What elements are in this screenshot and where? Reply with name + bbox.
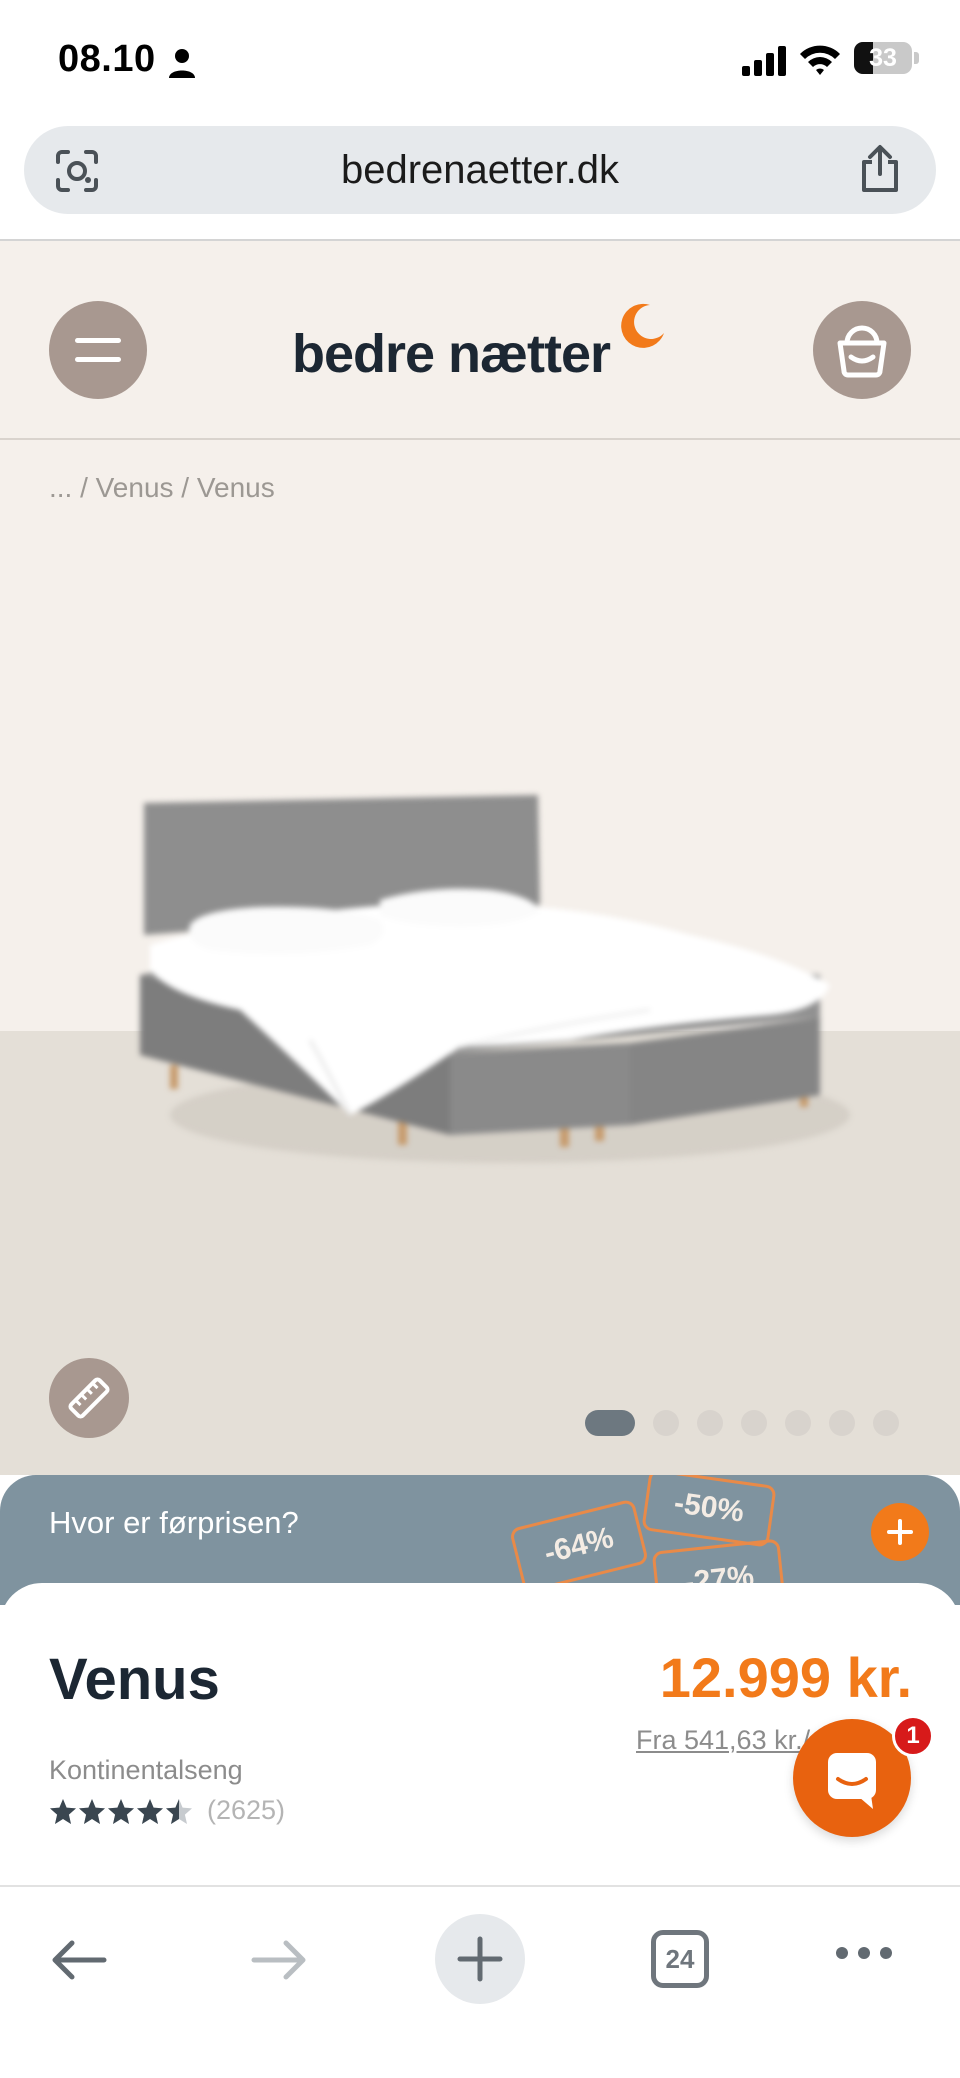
breadcrumb[interactable]: ... / Venus / Venus xyxy=(49,472,275,504)
battery-icon: 33 xyxy=(854,42,912,74)
product-type: Kontinentalseng xyxy=(49,1755,243,1785)
review-count[interactable]: (2625) xyxy=(207,1795,285,1826)
menu-button[interactable] xyxy=(49,301,147,399)
product-price: 12.999 kr. xyxy=(659,1646,912,1709)
moon-icon xyxy=(621,303,664,348)
forward-arrow-icon[interactable] xyxy=(250,1939,308,1981)
tab-switcher-button[interactable]: 24 xyxy=(651,1930,709,1988)
new-tab-button[interactable] xyxy=(435,1914,525,2004)
expand-plus-button[interactable] xyxy=(871,1503,929,1561)
battery-level: 33 xyxy=(869,44,897,72)
measure-button[interactable] xyxy=(49,1358,129,1438)
menu-icon-line xyxy=(75,357,121,362)
status-time: 08.10 xyxy=(58,38,156,80)
person-icon xyxy=(169,49,195,78)
gallery-dot[interactable] xyxy=(697,1410,723,1436)
lens-icon[interactable] xyxy=(54,148,100,194)
menu-icon-line xyxy=(75,338,121,343)
gallery-dot[interactable] xyxy=(829,1410,855,1436)
share-icon[interactable] xyxy=(858,144,902,194)
battery-tip xyxy=(914,52,919,64)
star-icon xyxy=(137,1799,163,1824)
discount-tag: -50% xyxy=(641,1475,777,1548)
site-logo[interactable]: bedre nætter xyxy=(292,323,611,385)
ruler-icon xyxy=(68,1377,110,1419)
gallery-dot[interactable] xyxy=(785,1410,811,1436)
site-header: bedre nætter xyxy=(0,241,960,439)
url-text[interactable]: bedrenaetter.dk xyxy=(24,126,936,214)
plus-icon xyxy=(887,1519,913,1545)
cart-button[interactable] xyxy=(813,301,911,399)
star-icon xyxy=(79,1799,105,1824)
star-icon xyxy=(166,1799,192,1824)
product-name: Venus xyxy=(49,1647,220,1712)
gallery-dot[interactable] xyxy=(585,1410,635,1436)
status-bar: 08.10 33 xyxy=(0,0,960,120)
bed-image xyxy=(140,795,850,1163)
browser-toolbar: 24 xyxy=(0,1887,960,2078)
gallery-dot[interactable] xyxy=(741,1410,767,1436)
wifi-icon xyxy=(800,45,840,75)
star-icon xyxy=(50,1799,76,1824)
more-icon[interactable] xyxy=(834,1944,894,1962)
star-icon xyxy=(108,1799,134,1824)
plus-icon xyxy=(457,1936,503,1982)
product-gallery[interactable]: ... / Venus / Venus xyxy=(0,440,960,1475)
basket-icon xyxy=(837,325,887,378)
gallery-dot[interactable] xyxy=(653,1410,679,1436)
address-bar[interactable]: bedrenaetter.dk xyxy=(24,126,936,214)
back-arrow-icon[interactable] xyxy=(50,1939,108,1981)
price-banner-text[interactable]: Hvor er førprisen? xyxy=(49,1505,299,1541)
discount-tag: -64% xyxy=(508,1498,650,1594)
signal-icon xyxy=(742,46,786,76)
product-info-card: Venus Kontinentalseng (2625) 12.999 kr. … xyxy=(0,1583,960,1883)
chat-notification-badge: 1 xyxy=(892,1715,934,1757)
gallery-dot[interactable] xyxy=(873,1410,899,1436)
